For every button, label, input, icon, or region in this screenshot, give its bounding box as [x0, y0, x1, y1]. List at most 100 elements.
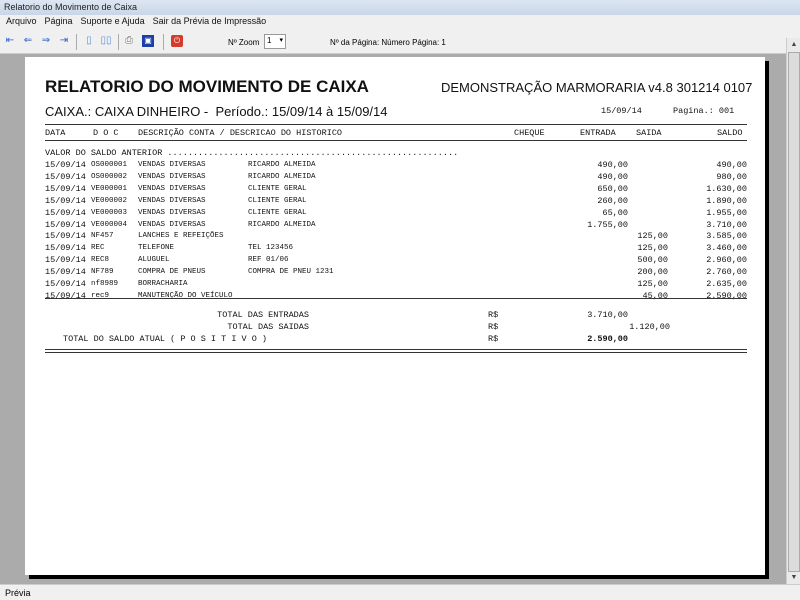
row-desc: LANCHES E REFEIÇÕES [138, 232, 224, 241]
divider [45, 352, 747, 353]
row-date: 15/09/14 [45, 243, 86, 254]
export-icon[interactable]: ▣ [142, 35, 154, 47]
row-saldo: 1.630,00 [706, 183, 747, 194]
row-saida: 500,00 [637, 255, 668, 266]
row-doc: VE000003 [91, 208, 128, 217]
divider [76, 34, 77, 50]
row-saida: 45,00 [642, 290, 668, 301]
row-saldo: 2.960,00 [706, 255, 747, 266]
row-date: 15/09/14 [45, 160, 86, 170]
previous-balance: VALOR DO SALDO ANTERIOR ................… [45, 148, 459, 158]
single-page-icon[interactable]: ▯ [83, 35, 95, 47]
total-label: TOTAL DAS ENTRADAS [217, 310, 309, 320]
row-doc: OS000001 [91, 161, 128, 169]
row-date: 15/09/14 [45, 171, 86, 182]
row-saldo: 490,00 [716, 160, 747, 170]
report-date: 15/09/14 [601, 106, 642, 116]
row-desc: VENDAS DIVERSAS [138, 196, 206, 205]
row-desc: BORRACHARIA [138, 280, 188, 288]
first-page-icon[interactable]: ⇤ [4, 35, 16, 47]
row-saldo: 3.460,00 [706, 243, 747, 254]
scroll-down-icon[interactable]: ▼ [787, 571, 800, 584]
report-title: RELATORIO DO MOVIMENTO DE CAIXA [45, 77, 369, 96]
menu-arquivo[interactable]: Arquivo [2, 16, 41, 30]
col-saida: SAIDA [636, 128, 662, 138]
window-title: Relatorio do Movimento de Caixa [0, 0, 800, 15]
row-saldo: 1.890,00 [706, 195, 747, 206]
scroll-thumb[interactable] [788, 52, 800, 572]
last-page-icon[interactable]: ⇥ [58, 35, 70, 47]
row-hist: CLIENTE GERAL [248, 184, 307, 193]
scroll-up-icon[interactable]: ▲ [787, 38, 800, 51]
row-date: 15/09/14 [45, 219, 86, 230]
row-saida: 125,00 [637, 231, 668, 242]
row-hist: REF 01/06 [248, 256, 289, 265]
menu-pagina[interactable]: Página [41, 16, 77, 30]
row-desc: VENDAS DIVERSAS [138, 184, 206, 193]
row-entrada: 490,00 [597, 160, 628, 170]
row-desc: VENDAS DIVERSAS [138, 172, 206, 181]
row-doc: VE000001 [91, 184, 128, 193]
row-saida: 125,00 [637, 243, 668, 254]
row-hist: COMPRA DE PNEU 1231 [248, 268, 334, 277]
total-label: TOTAL DAS SAIDAS [227, 322, 309, 332]
zoom-label: Nº Zoom [228, 38, 260, 47]
row-hist: CLIENTE GERAL [248, 208, 307, 217]
two-page-icon[interactable]: ▯▯ [100, 35, 112, 47]
row-date: 15/09/14 [45, 267, 86, 278]
toolbar: ⇤ ⇐ ⇒ ⇥ ▯ ▯▯ ⎙ ▣ ⏻ Nº Zoom 1 ▾ Nº da Pági… [0, 30, 800, 54]
total-currency: R$ [488, 322, 499, 332]
menu-sair[interactable]: Sair da Prévia de Impressão [149, 16, 271, 30]
divider [45, 349, 747, 350]
row-saldo: 2.590,00 [706, 290, 747, 301]
prev-page-icon[interactable]: ⇐ [22, 35, 34, 47]
row-date: 15/09/14 [45, 290, 86, 301]
zoom-select[interactable]: 1 ▾ [264, 34, 286, 49]
col-data: DATA [45, 128, 66, 138]
row-desc: VENDAS DIVERSAS [138, 208, 206, 217]
row-desc: ALUGUEL [138, 256, 170, 265]
col-doc: D O C [93, 128, 119, 138]
power-exit-icon[interactable]: ⏻ [171, 35, 183, 47]
zoom-value: 1 [267, 36, 272, 45]
row-entrada: 490,00 [597, 171, 628, 182]
page-number-label: Nº da Página: Número Página: 1 [330, 38, 446, 47]
next-page-icon[interactable]: ⇒ [40, 35, 52, 47]
row-hist: CLIENTE GERAL [248, 196, 307, 205]
row-date: 15/09/14 [45, 231, 86, 242]
row-saldo: 980,00 [716, 171, 747, 182]
row-date: 15/09/14 [45, 207, 86, 218]
row-desc: VENDAS DIVERSAS [138, 161, 206, 169]
row-date: 15/09/14 [45, 255, 86, 266]
col-entrada: ENTRADA [580, 128, 616, 138]
row-hist: TEL 123456 [248, 244, 294, 253]
divider [118, 34, 119, 50]
col-saldo: SALDO [717, 128, 743, 138]
row-desc: COMPRA DE PNEUS [138, 268, 206, 277]
row-date: 15/09/14 [45, 279, 86, 289]
col-cheque: CHEQUE [514, 128, 545, 138]
row-doc: VE000004 [91, 220, 128, 229]
chevron-down-icon: ▾ [279, 37, 283, 44]
total-value: 2.590,00 [587, 334, 628, 344]
vertical-scrollbar[interactable]: ▲ ▼ [786, 38, 800, 584]
report-subtitle: CAIXA.: CAIXA DINHEIRO - Período.: 15/09… [45, 104, 388, 119]
row-saldo: 1.955,00 [706, 207, 747, 218]
row-doc: NF789 [91, 268, 114, 277]
row-desc: TELEFONE [138, 244, 175, 253]
row-doc: REC8 [91, 256, 110, 265]
menu-suporte[interactable]: Suporte e Ajuda [77, 16, 149, 30]
company-name: DEMONSTRAÇÃO MARMORARIA v4.8 301214 0107 [441, 80, 753, 95]
row-saldo: 3.710,00 [706, 219, 747, 230]
print-icon[interactable]: ⎙ [123, 35, 135, 47]
row-desc: VENDAS DIVERSAS [138, 220, 206, 229]
total-value: 3.710,00 [587, 310, 628, 320]
divider [45, 140, 747, 141]
preview-viewport: RELATORIO DO MOVIMENTO DE CAIXA DEMONSTR… [0, 54, 786, 584]
row-hist: RICARDO ALMEIDA [248, 220, 316, 229]
row-entrada: 65,00 [602, 207, 628, 218]
row-saida: 125,00 [637, 279, 668, 289]
row-doc: VE000002 [91, 196, 128, 205]
row-saldo: 2.635,00 [706, 279, 747, 289]
row-saldo: 2.760,00 [706, 267, 747, 278]
